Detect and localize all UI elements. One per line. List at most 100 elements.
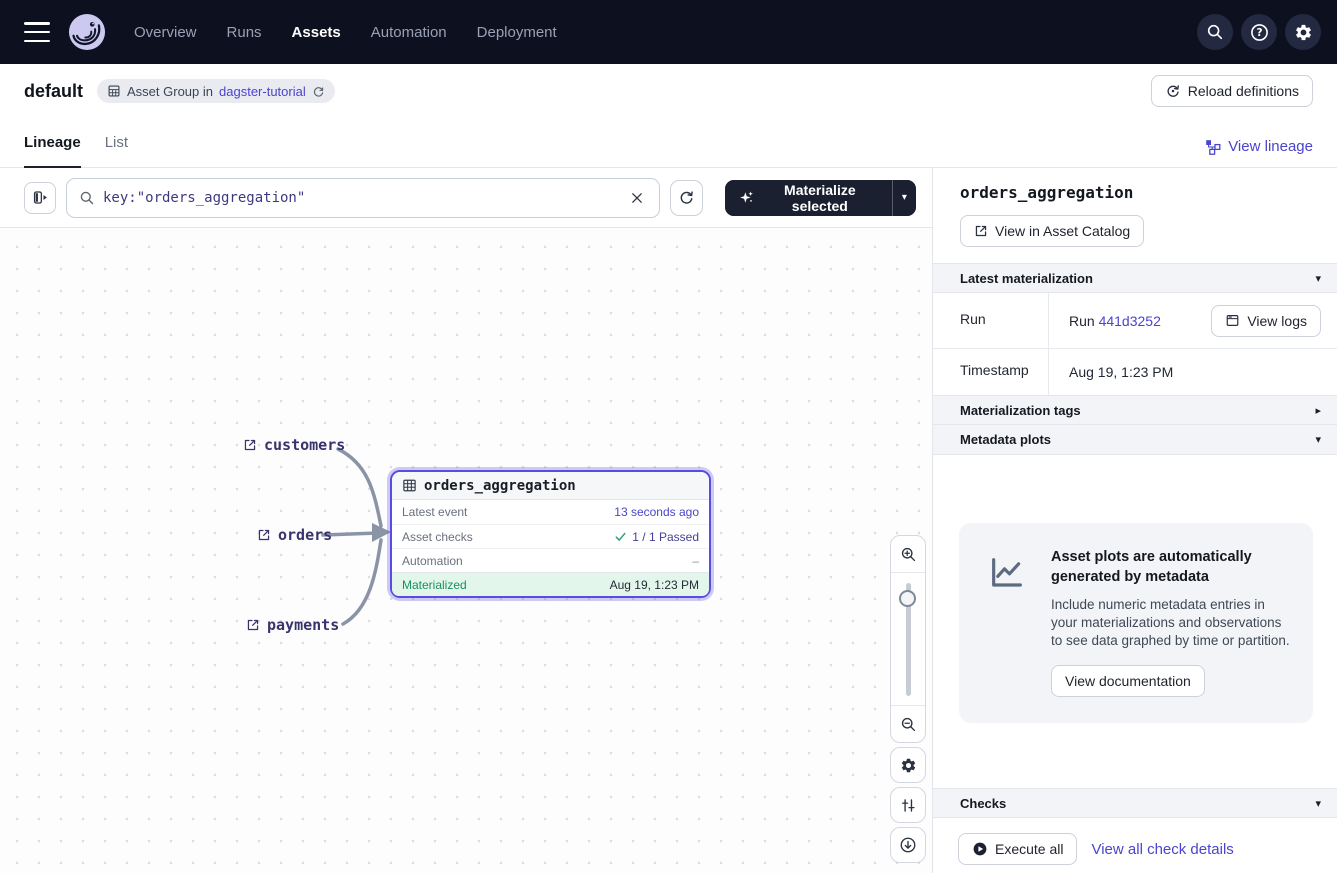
node-row-label: Latest event	[402, 505, 467, 519]
view-in-asset-catalog-label: View in Asset Catalog	[995, 223, 1130, 239]
nav-runs[interactable]: Runs	[227, 24, 262, 41]
chevron-right-icon: ▸	[1315, 404, 1321, 417]
node-row-value: 13 seconds ago	[614, 505, 699, 519]
nav-automation[interactable]: Automation	[371, 24, 447, 41]
refresh-graph-button[interactable]	[670, 180, 703, 216]
upstream-asset-orders[interactable]: orders	[257, 526, 332, 544]
node-row-label: Materialized	[402, 578, 467, 592]
asset-node-orders-aggregation[interactable]: orders_aggregation Latest event 13 secon…	[390, 470, 711, 598]
zoom-controls	[890, 535, 926, 743]
nav-assets[interactable]: Assets	[292, 24, 341, 41]
zoom-slider-handle[interactable]	[899, 590, 916, 607]
nav-overview[interactable]: Overview	[134, 24, 197, 41]
node-row-label: Automation	[402, 554, 463, 568]
graph-filters-button[interactable]	[890, 787, 926, 823]
help-icon: ?	[1250, 23, 1269, 42]
asset-plots-card: Asset plots are automatically generated …	[959, 523, 1313, 723]
execute-all-button[interactable]: Execute all	[958, 833, 1077, 865]
view-lineage-link[interactable]: View lineage	[1205, 138, 1313, 167]
section-title: Latest materialization	[960, 271, 1093, 286]
top-nav: Overview Runs Assets Automation Deployme…	[0, 0, 1337, 64]
view-documentation-label: View documentation	[1065, 673, 1191, 689]
close-icon	[630, 191, 644, 205]
checks-actions: Execute all View all check details	[933, 818, 1337, 865]
node-row-value: –	[692, 554, 699, 568]
section-latest-materialization[interactable]: Latest materialization ▾	[933, 263, 1337, 293]
section-metadata-plots[interactable]: Metadata plots ▾	[933, 425, 1337, 455]
latest-materialization-table: Run Run 441d3252 View logs	[933, 293, 1337, 395]
section-title: Checks	[960, 796, 1006, 811]
materialize-dropdown-button[interactable]: ▾	[892, 180, 916, 216]
asset-group-badge: Asset Group in dagster-tutorial	[97, 79, 335, 103]
zoom-out-button[interactable]	[891, 706, 925, 742]
external-link-icon	[246, 618, 260, 632]
recenter-graph-button[interactable]	[890, 827, 926, 863]
node-row-materialized: Materialized Aug 19, 1:23 PM	[392, 572, 709, 596]
search-icon	[79, 190, 95, 206]
arrow-down-circle-icon	[899, 836, 917, 854]
nav-deployment[interactable]: Deployment	[477, 24, 557, 41]
reload-definitions-button[interactable]: Reload definitions	[1151, 75, 1313, 107]
materialize-selected-button[interactable]: Materialize selected	[725, 180, 892, 216]
materialize-selected-label: Materialize selected	[762, 182, 878, 214]
main-nav: Overview Runs Assets Automation Deployme…	[134, 24, 557, 41]
node-row-automation: Automation –	[392, 548, 709, 572]
view-logs-label: View logs	[1247, 313, 1307, 329]
node-row-value: 1 / 1 Passed	[632, 530, 699, 544]
section-title: Materialization tags	[960, 403, 1081, 418]
view-all-check-details-link[interactable]: View all check details	[1091, 841, 1233, 858]
global-search-button[interactable]	[1197, 14, 1233, 50]
dagster-logo-icon[interactable]	[68, 13, 106, 51]
gear-icon	[1294, 23, 1313, 42]
upstream-asset-label: customers	[264, 436, 345, 454]
tab-list[interactable]: List	[105, 134, 128, 167]
view-logs-button[interactable]: View logs	[1211, 305, 1321, 337]
external-link-icon	[974, 224, 988, 238]
zoom-out-icon	[900, 716, 917, 733]
materialize-button-group: Materialize selected ▾	[725, 180, 916, 216]
page-header: default Asset Group in dagster-tutorial	[0, 64, 1337, 118]
view-lineage-label: View lineage	[1228, 138, 1313, 155]
svg-text:?: ?	[1256, 27, 1262, 39]
hamburger-menu-button[interactable]	[24, 22, 50, 42]
external-link-icon	[243, 438, 257, 452]
section-materialization-tags[interactable]: Materialization tags ▸	[933, 395, 1337, 425]
zoom-in-button[interactable]	[891, 536, 925, 572]
node-row-label: Asset checks	[402, 530, 473, 544]
sliders-icon	[900, 797, 917, 814]
asset-node-header: orders_aggregation	[392, 472, 709, 500]
graph-settings-button[interactable]	[890, 747, 926, 783]
lineage-canvas[interactable]: customers orders payme	[0, 228, 932, 873]
upstream-asset-payments[interactable]: payments	[246, 616, 339, 634]
section-checks[interactable]: Checks ▾	[933, 788, 1337, 818]
run-id-link[interactable]: 441d3252	[1099, 313, 1161, 329]
collapse-sidebar-button[interactable]	[24, 182, 56, 214]
view-in-asset-catalog-button[interactable]: View in Asset Catalog	[960, 215, 1144, 247]
upstream-asset-label: orders	[278, 526, 332, 544]
help-button[interactable]: ?	[1241, 14, 1277, 50]
execute-all-label: Execute all	[995, 841, 1063, 857]
check-icon	[614, 530, 627, 543]
timestamp-value: Aug 19, 1:23 PM	[1049, 349, 1337, 395]
table-icon	[402, 478, 417, 493]
external-link-icon	[257, 528, 271, 542]
clear-search-button[interactable]	[623, 184, 651, 212]
chevron-down-icon: ▾	[1315, 797, 1321, 810]
timestamp-row: Timestamp Aug 19, 1:23 PM	[933, 349, 1337, 395]
badge-refresh-icon[interactable]	[312, 85, 325, 98]
dagster-app: Overview Runs Assets Automation Deployme…	[0, 0, 1337, 873]
chevron-down-icon: ▾	[1315, 433, 1321, 446]
settings-button[interactable]	[1285, 14, 1321, 50]
zoom-slider[interactable]	[891, 572, 925, 706]
panel-toggle-icon	[32, 189, 49, 206]
tab-lineage[interactable]: Lineage	[24, 134, 81, 168]
lineage-graph-icon	[1205, 139, 1221, 155]
plots-card-title: Asset plots are automatically generated …	[1051, 547, 1293, 587]
upstream-asset-customers[interactable]: customers	[243, 436, 345, 454]
search-input[interactable]	[103, 190, 615, 206]
code-location-link[interactable]: dagster-tutorial	[219, 84, 306, 99]
zoom-in-icon	[900, 546, 917, 563]
asset-title: orders_aggregation	[960, 183, 1313, 202]
play-icon	[972, 841, 988, 857]
view-documentation-button[interactable]: View documentation	[1051, 665, 1205, 697]
